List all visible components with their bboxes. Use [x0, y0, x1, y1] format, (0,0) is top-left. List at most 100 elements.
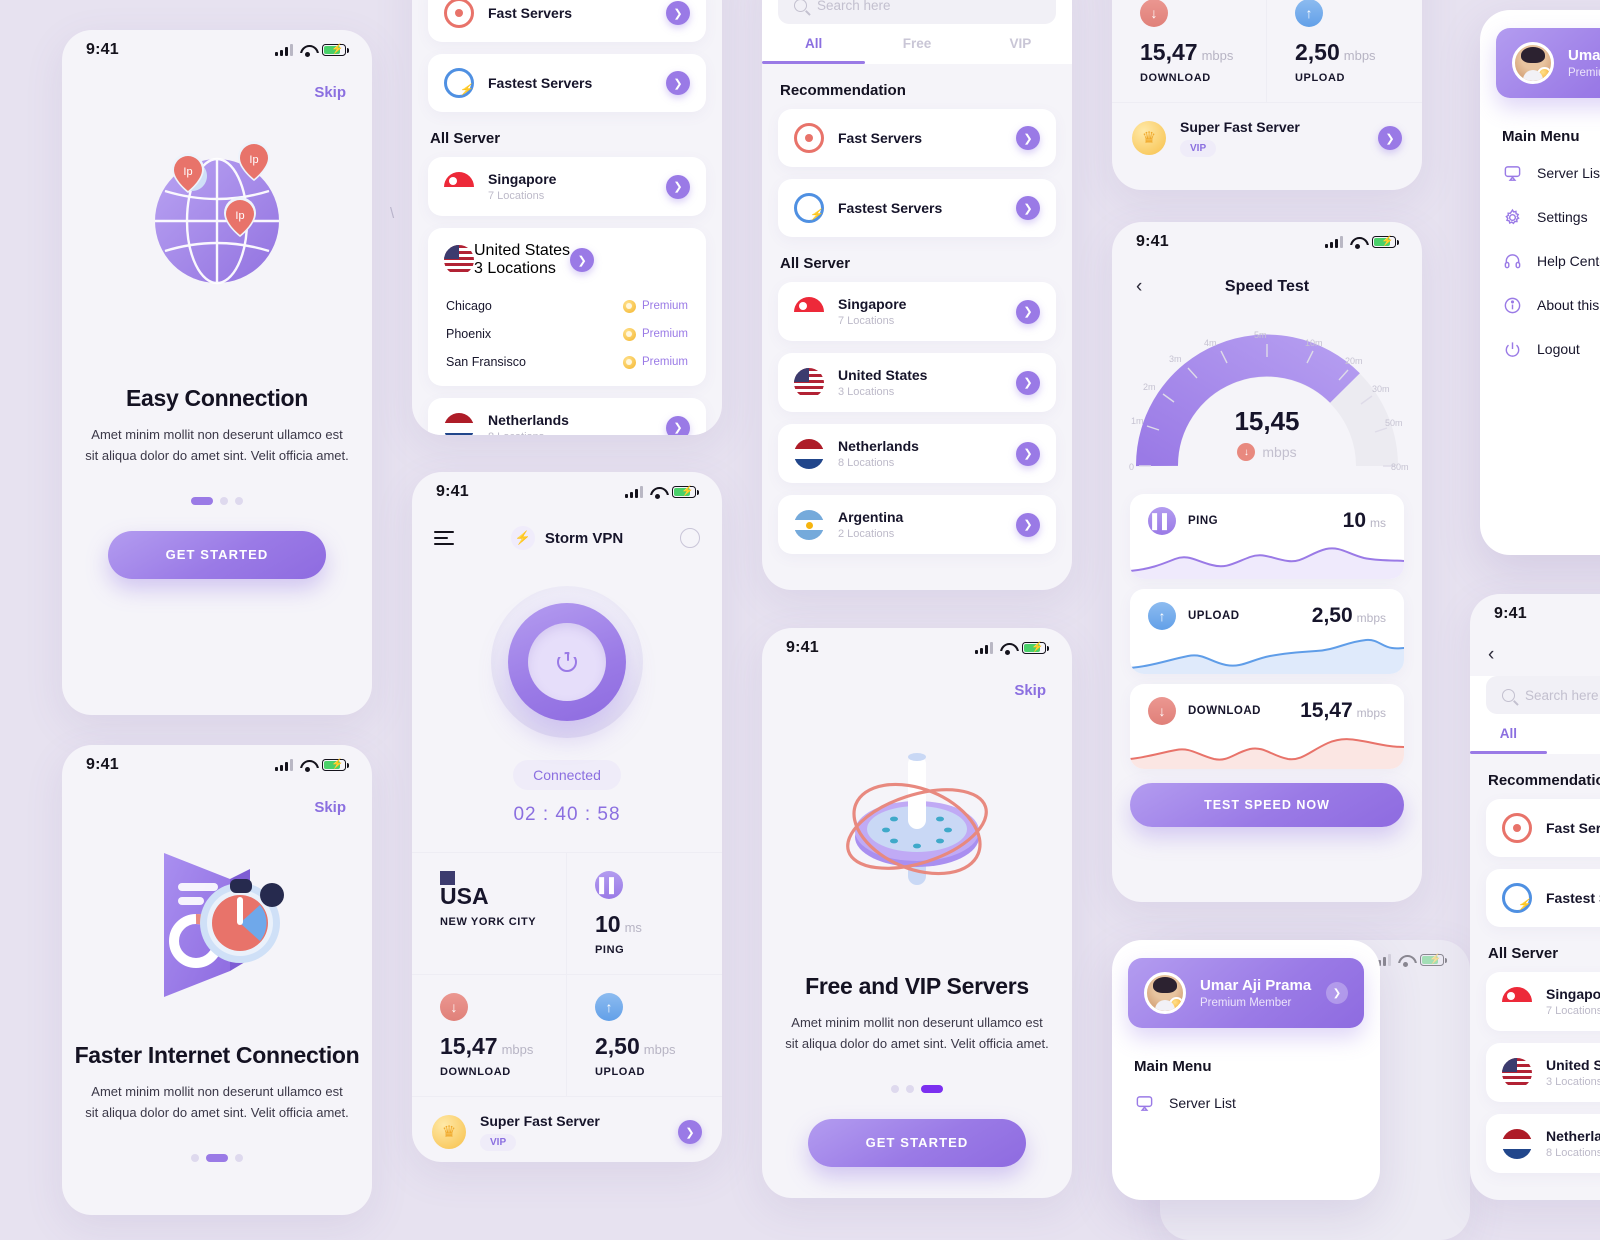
- dot-3[interactable]: [921, 1084, 943, 1093]
- country-locations: 3 Locations: [838, 386, 895, 398]
- city-row[interactable]: Phoenix Premium: [428, 320, 706, 348]
- target-icon: [444, 0, 474, 28]
- country-row-argentina[interactable]: Argentina 2 Locations ❯: [778, 495, 1056, 554]
- power-button[interactable]: [491, 586, 643, 738]
- test-speed-button[interactable]: TEST SPEED NOW: [1130, 783, 1404, 827]
- sidebar-item-server-list[interactable]: Server List: [1112, 1081, 1380, 1125]
- profile-card[interactable]: Umar Premium: [1496, 28, 1600, 98]
- dot-2[interactable]: [906, 1084, 914, 1093]
- user-role: Premium: [1568, 67, 1600, 79]
- country-row-singapore[interactable]: Singapore 7 Locations: [1486, 972, 1600, 1031]
- vip-badge: VIP: [1180, 140, 1217, 157]
- country-row-united-states[interactable]: United States 3 Locations ❯: [778, 353, 1056, 412]
- sidebar-item-about[interactable]: About this app: [1480, 283, 1600, 327]
- screen-connected: 9:41 ⚡ ⚡ Storm VPN Connected 02 : 40 : 5…: [412, 472, 722, 1162]
- country-locations: 3 Locations: [1546, 1076, 1600, 1088]
- section-heading-all-server: All Server: [430, 130, 501, 147]
- chevron-right-icon[interactable]: ❯: [1016, 299, 1040, 324]
- flag-singapore-icon: [444, 171, 474, 202]
- recommendation-item-fast-servers[interactable]: Fast Servers: [1486, 799, 1600, 857]
- section-heading-recommendation: Recommendation: [1488, 772, 1600, 789]
- super-fast-server-row[interactable]: ♛ Super Fast Server VIP ❯: [412, 1096, 722, 1162]
- list-item-label: Fast Servers: [488, 5, 573, 21]
- filter-tabs[interactable]: All Free VIP: [762, 24, 1072, 64]
- skip-button[interactable]: Skip: [762, 668, 1072, 699]
- dot-2[interactable]: [206, 1153, 228, 1162]
- chevron-right-icon[interactable]: ❯: [1016, 512, 1040, 537]
- stat-upload: ↑ 2,50 mbps UPLOAD: [1267, 0, 1422, 102]
- bolt-circle-icon: ⚡: [444, 68, 474, 98]
- country-row-netherlands[interactable]: Netherlands 8 Locations ❯: [778, 424, 1056, 483]
- chevron-right-icon[interactable]: ❯: [1016, 196, 1040, 220]
- skip-button[interactable]: Skip: [62, 70, 372, 101]
- recommendation-item-fastest-servers[interactable]: ⚡ Fastest Servers ❯: [428, 54, 706, 112]
- chevron-right-icon[interactable]: ❯: [1016, 126, 1040, 150]
- recommendation-item-fast-servers[interactable]: Fast Servers ❯: [428, 0, 706, 42]
- sidebar-item-help-center[interactable]: Help Center: [1480, 239, 1600, 283]
- stat-label: UPLOAD: [1188, 610, 1240, 622]
- dot-1[interactable]: [191, 1153, 199, 1162]
- chevron-right-icon[interactable]: ❯: [1326, 982, 1348, 1004]
- chevron-right-icon[interactable]: ❯: [666, 71, 690, 95]
- country-row-united-states[interactable]: United States 3 Locations: [1486, 1043, 1600, 1102]
- tab-free[interactable]: Free: [865, 24, 968, 64]
- dot-3[interactable]: [235, 496, 243, 505]
- pagination-dots[interactable]: [62, 1153, 372, 1162]
- screen-server-search-right: 9:41 ‹ Search here All Recommendation Fa…: [1470, 594, 1600, 1200]
- chevron-right-icon[interactable]: ❯: [1378, 126, 1402, 150]
- country-row-united-states[interactable]: United States 3 Locations ❯: [428, 228, 706, 292]
- recommendation-item-fastest-servers[interactable]: ⚡ Fastest Servers: [1486, 869, 1600, 927]
- recommendation-item-fastest-servers[interactable]: ⚡ Fastest Servers ❯: [778, 179, 1056, 237]
- dot-1[interactable]: [891, 1084, 899, 1093]
- get-started-button[interactable]: GET STARTED: [108, 530, 326, 579]
- stat-label: UPLOAD: [595, 1066, 646, 1078]
- flag-argentina-icon: [794, 509, 824, 540]
- chevron-right-icon[interactable]: ❯: [666, 174, 690, 199]
- dot-1[interactable]: [191, 496, 213, 505]
- stat-unit: mbps: [501, 1042, 534, 1057]
- user-name: Umar Aji Prama: [1200, 977, 1312, 994]
- gear-icon: [1502, 207, 1522, 227]
- country-row-singapore[interactable]: Singapore 7 Locations ❯: [428, 157, 706, 216]
- tab-vip[interactable]: VIP: [969, 24, 1072, 64]
- search-input[interactable]: Search here: [1486, 676, 1600, 714]
- get-started-button[interactable]: GET STARTED: [808, 1118, 1026, 1167]
- power-icon: [557, 652, 577, 672]
- tab-all[interactable]: All: [762, 24, 866, 64]
- city-row[interactable]: San Fransisco Premium: [428, 348, 706, 376]
- sidebar-item-settings[interactable]: Settings: [1480, 195, 1600, 239]
- super-fast-server-row[interactable]: ♛ Super Fast Server VIP ❯: [1112, 102, 1422, 173]
- skip-button[interactable]: Skip: [62, 785, 372, 816]
- tab-all[interactable]: All: [1470, 714, 1547, 754]
- page-title: Free and VIP Servers: [805, 973, 1029, 999]
- sidebar-item-server-list[interactable]: Server List: [1480, 151, 1600, 195]
- city-name: San Fransisco: [446, 355, 526, 369]
- chevron-right-icon[interactable]: ❯: [1016, 441, 1040, 466]
- country-row-netherlands[interactable]: Netherlands 8 Locations: [1486, 1114, 1600, 1173]
- country-row-netherlands[interactable]: Netherlands 8 Locations ❯: [428, 398, 706, 435]
- chevron-right-icon[interactable]: ❯: [678, 1120, 702, 1144]
- screen-onboarding-free-vip: 9:41 ⚡ Skip Free and VIP Servers Amet mi…: [762, 628, 1072, 1198]
- chevron-right-icon[interactable]: ❯: [1016, 370, 1040, 395]
- flag-united-states-icon: [444, 245, 474, 275]
- country-row-singapore[interactable]: Singapore 7 Locations ❯: [778, 282, 1056, 341]
- sidebar-item-logout[interactable]: Logout: [1480, 327, 1600, 371]
- crown-icon: ♛: [432, 1115, 466, 1149]
- dot-2[interactable]: [220, 496, 228, 505]
- pagination-dots[interactable]: [762, 1084, 1072, 1093]
- chevron-right-icon[interactable]: ❯: [666, 1, 690, 25]
- premium-badge-icon: [1537, 67, 1551, 81]
- filter-tabs[interactable]: All: [1470, 714, 1600, 754]
- pagination-dots[interactable]: [62, 496, 372, 505]
- theme-toggle-icon[interactable]: [679, 528, 700, 548]
- recommendation-item-fast-servers[interactable]: Fast Servers ❯: [778, 109, 1056, 167]
- back-icon[interactable]: ‹: [1488, 644, 1512, 666]
- search-input[interactable]: Search here: [778, 0, 1056, 24]
- menu-icon[interactable]: [434, 530, 454, 546]
- arrow-up-icon: ↑: [1295, 0, 1323, 27]
- city-row[interactable]: Chicago Premium: [428, 292, 706, 320]
- profile-card[interactable]: Umar Aji Prama Premium Member ❯: [1128, 958, 1364, 1028]
- chevron-down-icon[interactable]: ❯: [570, 248, 595, 272]
- chevron-right-icon[interactable]: ❯: [666, 415, 690, 435]
- dot-3[interactable]: [235, 1153, 243, 1162]
